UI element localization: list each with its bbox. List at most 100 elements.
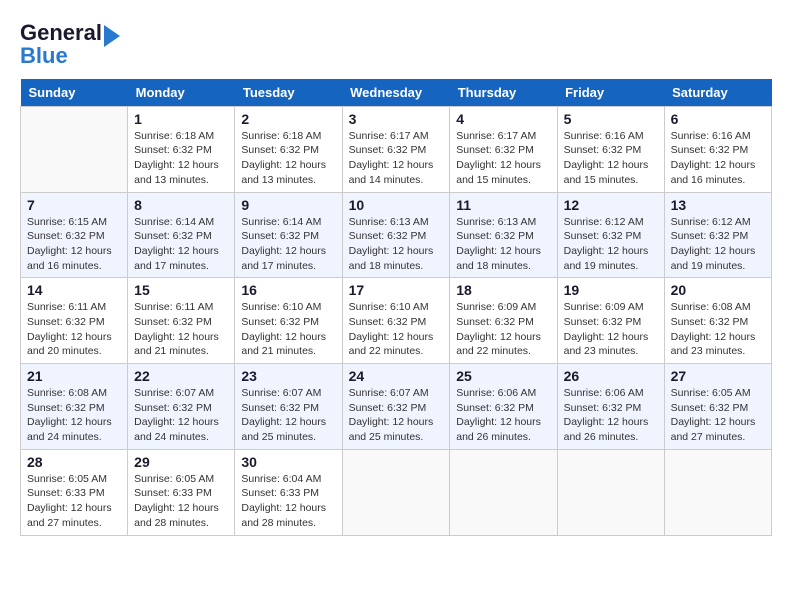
calendar-cell: 10Sunrise: 6:13 AM Sunset: 6:32 PM Dayli… <box>342 192 450 278</box>
day-number: 26 <box>564 368 658 384</box>
calendar-cell <box>342 449 450 535</box>
day-number: 6 <box>671 111 765 127</box>
calendar-cell: 18 Sunrise: 6:09 AM Sunset: 6:32 PM Dayli… <box>450 278 557 364</box>
day-number: 19 <box>564 282 658 298</box>
col-header-wednesday: Wednesday <box>342 79 450 107</box>
calendar-cell: 19 Sunrise: 6:09 AM Sunset: 6:32 PM Dayli… <box>557 278 664 364</box>
day-number: 27 <box>671 368 765 384</box>
day-info: Sunrise: 6:08 AM Sunset: 6:32 PM Dayligh… <box>27 386 121 445</box>
logo-arrow-icon <box>104 25 120 47</box>
calendar-cell: 27 Sunrise: 6:05 AM Sunset: 6:32 PM Dayli… <box>664 364 771 450</box>
calendar-cell: 17 Sunrise: 6:10 AM Sunset: 6:32 PM Dayli… <box>342 278 450 364</box>
day-info: Sunrise: 6:16 AM Sunset: 6:32 PM Dayligh… <box>564 129 658 188</box>
calendar-week-row: 28 Sunrise: 6:05 AM Sunset: 6:33 PM Dayli… <box>21 449 772 535</box>
day-number: 3 <box>349 111 444 127</box>
day-info: Sunrise: 6:05 AM Sunset: 6:32 PM Dayligh… <box>671 386 765 445</box>
day-number: 8 <box>134 197 228 213</box>
day-number: 16 <box>241 282 335 298</box>
day-info: Sunrise: 6:14 AM Sunset: 6:32 PM Dayligh… <box>241 215 335 274</box>
calendar-cell: 11 Sunrise: 6:13 AM Sunset: 6:32 PM Dayli… <box>450 192 557 278</box>
day-number: 11 <box>456 197 550 213</box>
day-info: Sunrise: 6:10 AM Sunset: 6:32 PM Dayligh… <box>241 300 335 359</box>
day-info: Sunrise: 6:07 AM Sunset: 6:32 PM Dayligh… <box>241 386 335 445</box>
day-info: Sunrise: 6:15 AM Sunset: 6:32 PM Dayligh… <box>27 215 121 274</box>
day-info: Sunrise: 6:12 AM Sunset: 6:32 PM Dayligh… <box>671 215 765 274</box>
day-info: Sunrise: 6:14 AM Sunset: 6:32 PM Dayligh… <box>134 215 228 274</box>
calendar-cell: 13 Sunrise: 6:12 AM Sunset: 6:32 PM Dayli… <box>664 192 771 278</box>
day-info: Sunrise: 6:12 AM Sunset: 6:32 PM Dayligh… <box>564 215 658 274</box>
logo-general-text: General <box>20 20 102 45</box>
day-number: 20 <box>671 282 765 298</box>
calendar-cell: 7 Sunrise: 6:15 AM Sunset: 6:32 PM Daylig… <box>21 192 128 278</box>
calendar-cell: 3 Sunrise: 6:17 AM Sunset: 6:32 PM Daylig… <box>342 106 450 192</box>
calendar-cell <box>450 449 557 535</box>
day-info: Sunrise: 6:09 AM Sunset: 6:32 PM Dayligh… <box>564 300 658 359</box>
day-number: 1 <box>134 111 228 127</box>
col-header-saturday: Saturday <box>664 79 771 107</box>
calendar-cell: 2 Sunrise: 6:18 AM Sunset: 6:32 PM Daylig… <box>235 106 342 192</box>
calendar-cell: 14 Sunrise: 6:11 AM Sunset: 6:32 PM Dayli… <box>21 278 128 364</box>
day-number: 14 <box>27 282 121 298</box>
col-header-sunday: Sunday <box>21 79 128 107</box>
day-number: 21 <box>27 368 121 384</box>
calendar-week-row: 1 Sunrise: 6:18 AM Sunset: 6:32 PM Daylig… <box>21 106 772 192</box>
calendar-cell <box>664 449 771 535</box>
day-info: Sunrise: 6:09 AM Sunset: 6:32 PM Dayligh… <box>456 300 550 359</box>
calendar-header-row: SundayMondayTuesdayWednesdayThursdayFrid… <box>21 79 772 107</box>
col-header-friday: Friday <box>557 79 664 107</box>
day-info: Sunrise: 6:17 AM Sunset: 6:32 PM Dayligh… <box>456 129 550 188</box>
day-info: Sunrise: 6:13 AM Sunset: 6:32 PM Dayligh… <box>456 215 550 274</box>
calendar-cell: 6Sunrise: 6:16 AM Sunset: 6:32 PM Daylig… <box>664 106 771 192</box>
day-info: Sunrise: 6:11 AM Sunset: 6:32 PM Dayligh… <box>27 300 121 359</box>
day-info: Sunrise: 6:18 AM Sunset: 6:32 PM Dayligh… <box>134 129 228 188</box>
calendar-cell: 22Sunrise: 6:07 AM Sunset: 6:32 PM Dayli… <box>128 364 235 450</box>
calendar-cell: 8 Sunrise: 6:14 AM Sunset: 6:32 PM Daylig… <box>128 192 235 278</box>
day-number: 22 <box>134 368 228 384</box>
day-info: Sunrise: 6:11 AM Sunset: 6:32 PM Dayligh… <box>134 300 228 359</box>
calendar-cell: 28 Sunrise: 6:05 AM Sunset: 6:33 PM Dayli… <box>21 449 128 535</box>
calendar-week-row: 7 Sunrise: 6:15 AM Sunset: 6:32 PM Daylig… <box>21 192 772 278</box>
calendar-cell: 25Sunrise: 6:06 AM Sunset: 6:32 PM Dayli… <box>450 364 557 450</box>
day-number: 5 <box>564 111 658 127</box>
day-info: Sunrise: 6:06 AM Sunset: 6:32 PM Dayligh… <box>456 386 550 445</box>
day-info: Sunrise: 6:05 AM Sunset: 6:33 PM Dayligh… <box>134 472 228 531</box>
day-number: 10 <box>349 197 444 213</box>
calendar-cell <box>557 449 664 535</box>
day-number: 13 <box>671 197 765 213</box>
calendar-cell: 5 Sunrise: 6:16 AM Sunset: 6:32 PM Daylig… <box>557 106 664 192</box>
calendar-cell: 21 Sunrise: 6:08 AM Sunset: 6:32 PM Dayli… <box>21 364 128 450</box>
day-info: Sunrise: 6:18 AM Sunset: 6:32 PM Dayligh… <box>241 129 335 188</box>
day-info: Sunrise: 6:04 AM Sunset: 6:33 PM Dayligh… <box>241 472 335 531</box>
calendar-cell: 20 Sunrise: 6:08 AM Sunset: 6:32 PM Dayli… <box>664 278 771 364</box>
day-number: 18 <box>456 282 550 298</box>
day-number: 4 <box>456 111 550 127</box>
day-number: 2 <box>241 111 335 127</box>
calendar-cell: 24 Sunrise: 6:07 AM Sunset: 6:32 PM Dayli… <box>342 364 450 450</box>
calendar-week-row: 14 Sunrise: 6:11 AM Sunset: 6:32 PM Dayli… <box>21 278 772 364</box>
day-info: Sunrise: 6:17 AM Sunset: 6:32 PM Dayligh… <box>349 129 444 188</box>
day-info: Sunrise: 6:06 AM Sunset: 6:32 PM Dayligh… <box>564 386 658 445</box>
day-number: 29 <box>134 454 228 470</box>
day-number: 30 <box>241 454 335 470</box>
day-number: 24 <box>349 368 444 384</box>
calendar-cell: 1 Sunrise: 6:18 AM Sunset: 6:32 PM Daylig… <box>128 106 235 192</box>
calendar-week-row: 21 Sunrise: 6:08 AM Sunset: 6:32 PM Dayli… <box>21 364 772 450</box>
day-number: 15 <box>134 282 228 298</box>
calendar-table: SundayMondayTuesdayWednesdayThursdayFrid… <box>20 79 772 536</box>
day-number: 7 <box>27 197 121 213</box>
day-info: Sunrise: 6:08 AM Sunset: 6:32 PM Dayligh… <box>671 300 765 359</box>
day-info: Sunrise: 6:07 AM Sunset: 6:32 PM Dayligh… <box>349 386 444 445</box>
day-info: Sunrise: 6:05 AM Sunset: 6:33 PM Dayligh… <box>27 472 121 531</box>
col-header-thursday: Thursday <box>450 79 557 107</box>
calendar-cell: 30 Sunrise: 6:04 AM Sunset: 6:33 PM Dayli… <box>235 449 342 535</box>
day-number: 23 <box>241 368 335 384</box>
day-number: 28 <box>27 454 121 470</box>
calendar-cell: 15 Sunrise: 6:11 AM Sunset: 6:32 PM Dayli… <box>128 278 235 364</box>
day-number: 17 <box>349 282 444 298</box>
calendar-cell: 4 Sunrise: 6:17 AM Sunset: 6:32 PM Daylig… <box>450 106 557 192</box>
day-number: 12 <box>564 197 658 213</box>
calendar-cell: 12 Sunrise: 6:12 AM Sunset: 6:32 PM Dayli… <box>557 192 664 278</box>
calendar-cell: 29 Sunrise: 6:05 AM Sunset: 6:33 PM Dayli… <box>128 449 235 535</box>
calendar-cell: 26 Sunrise: 6:06 AM Sunset: 6:32 PM Dayli… <box>557 364 664 450</box>
day-info: Sunrise: 6:10 AM Sunset: 6:32 PM Dayligh… <box>349 300 444 359</box>
